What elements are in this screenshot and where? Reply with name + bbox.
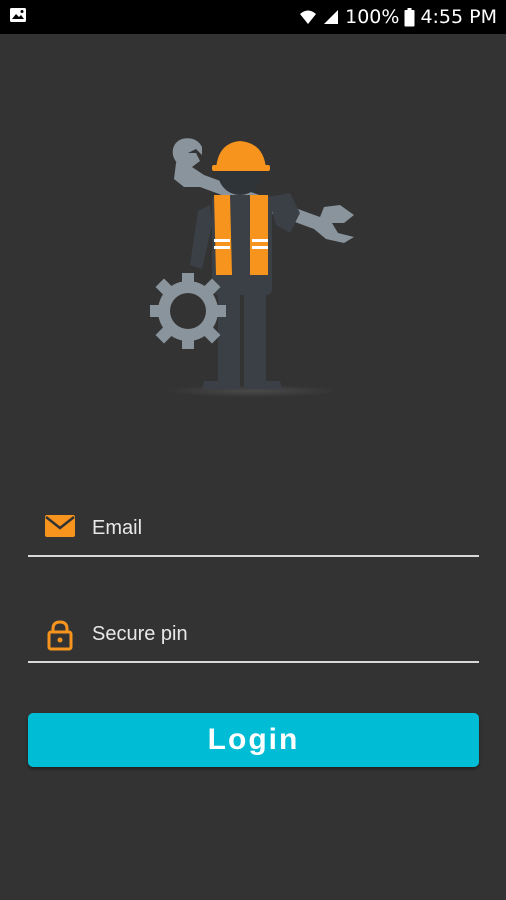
email-field[interactable] (28, 505, 479, 557)
status-bar: 100% 4:55 PM (0, 0, 506, 34)
envelope-icon (44, 513, 76, 544)
lock-icon (44, 619, 76, 656)
wifi-icon (299, 8, 317, 26)
signal-icon (322, 8, 340, 26)
login-button[interactable]: Login (28, 713, 479, 767)
pin-field[interactable] (28, 611, 479, 663)
worker-illustration (140, 125, 370, 405)
gallery-notification-icon (9, 7, 27, 28)
battery-icon (404, 7, 415, 27)
pin-input[interactable] (92, 617, 462, 651)
email-input[interactable] (92, 511, 462, 545)
gear-icon (150, 273, 226, 349)
battery-percent: 100% (345, 6, 400, 28)
clock: 4:55 PM (420, 6, 497, 28)
